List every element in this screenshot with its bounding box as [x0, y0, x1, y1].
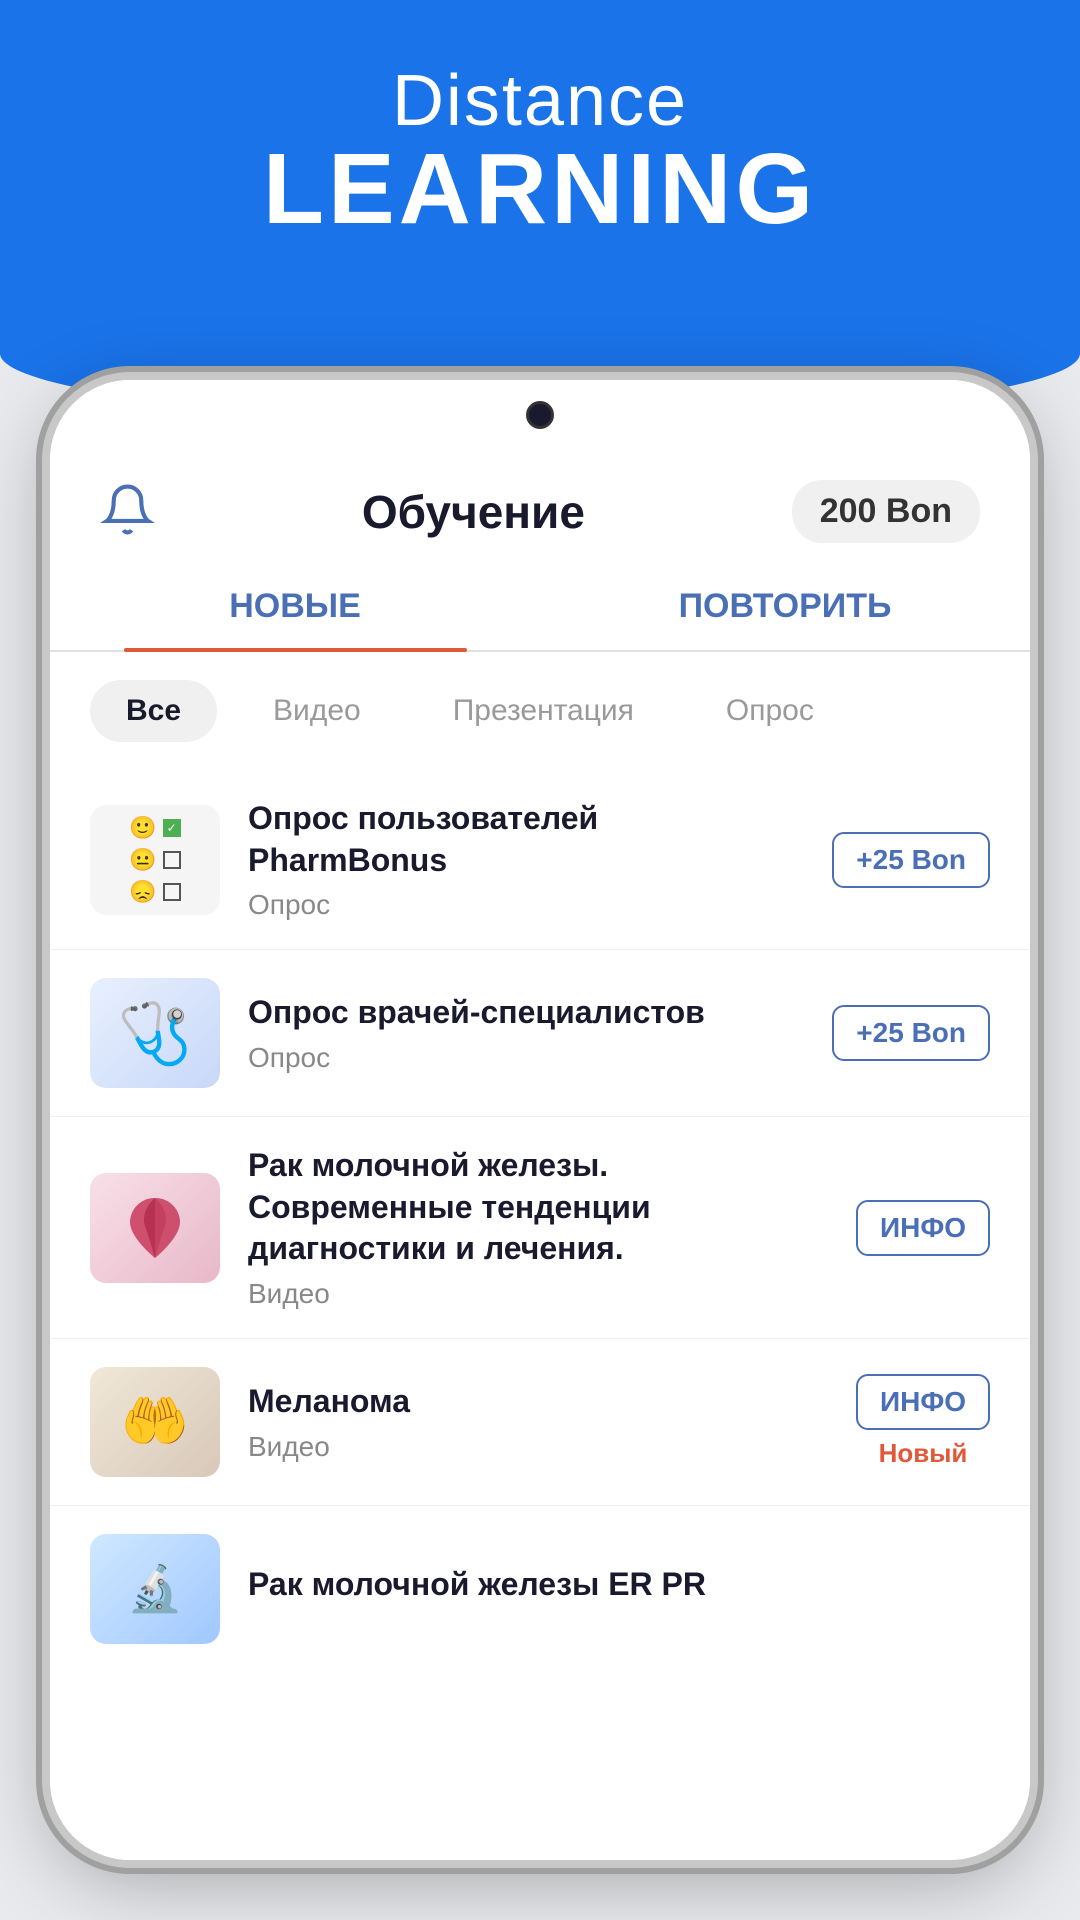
item-subtitle: Видео: [248, 1431, 828, 1463]
phone-frame: Обучение 200 Bon НОВЫЕ ПОВТОРИТЬ Все Вид…: [50, 380, 1030, 1860]
filter-presentation[interactable]: Презентация: [417, 680, 670, 742]
header-line2: LEARNING: [0, 132, 1080, 247]
camera-area: [50, 380, 1030, 450]
item-thumbnail-survey: 🙂 ✓ 😐 😞: [90, 805, 220, 915]
item-title: Меланома: [248, 1381, 828, 1423]
list-item[interactable]: 🤲 Меланома Видео ИНФО Новый: [50, 1339, 1030, 1506]
item-thumbnail-ribbon: [90, 1173, 220, 1283]
item-new-badge: Новый: [879, 1438, 968, 1469]
item-title: Опрос врачей-специалистов: [248, 992, 804, 1034]
item-title: Опрос пользователей PharmBonus: [248, 798, 804, 881]
app-content: Обучение 200 Bon НОВЫЕ ПОВТОРИТЬ Все Вид…: [50, 450, 1030, 1860]
item-text-block: Опрос врачей-специалистов Опрос: [248, 992, 804, 1074]
item-text-block: Опрос пользователей PharmBonus Опрос: [248, 798, 804, 921]
item-info-badge: ИНФО: [856, 1200, 990, 1256]
item-subtitle: Видео: [248, 1278, 828, 1310]
item-thumbnail-partial: 🔬: [90, 1534, 220, 1644]
tab-new[interactable]: НОВЫЕ: [50, 563, 540, 650]
top-bar: Обучение 200 Bon: [50, 450, 1030, 563]
item-info-badge: ИНФО: [856, 1374, 990, 1430]
item-text-block: Рак молочной железы ER PR: [248, 1564, 990, 1614]
filter-survey[interactable]: Опрос: [690, 680, 850, 742]
page-title: Обучение: [362, 485, 585, 539]
notification-bell-icon[interactable]: [100, 482, 155, 542]
item-bonus-badge: +25 Bon: [832, 832, 990, 888]
tabs-container: НОВЫЕ ПОВТОРИТЬ: [50, 563, 1030, 652]
item-thumbnail-doctor: 🩺: [90, 978, 220, 1088]
list-item[interactable]: 🔬 Рак молочной железы ER PR: [50, 1506, 1030, 1644]
list-item[interactable]: 🙂 ✓ 😐 😞 Опрос пользов: [50, 770, 1030, 950]
tab-repeat[interactable]: ПОВТОРИТЬ: [540, 563, 1030, 650]
filter-all[interactable]: Все: [90, 680, 217, 742]
item-bonus-badge: +25 Bon: [832, 1005, 990, 1061]
item-thumbnail-melanoma: 🤲: [90, 1367, 220, 1477]
item-title: Рак молочной железы ER PR: [248, 1564, 990, 1606]
list-item[interactable]: Рак молочной железы. Современные тенденц…: [50, 1117, 1030, 1339]
list-item[interactable]: 🩺 Опрос врачей-специалистов Опрос +25 Bo…: [50, 950, 1030, 1117]
item-title: Рак молочной железы. Современные тенденц…: [248, 1145, 828, 1270]
item-text-block: Рак молочной железы. Современные тенденц…: [248, 1145, 828, 1310]
filter-video[interactable]: Видео: [237, 680, 397, 742]
header-text-block: Distance LEARNING: [0, 60, 1080, 247]
item-subtitle: Опрос: [248, 889, 804, 921]
camera-dot: [526, 401, 554, 429]
item-subtitle: Опрос: [248, 1042, 804, 1074]
bonus-badge: 200 Bon: [792, 480, 980, 543]
filter-row: Все Видео Презентация Опрос: [50, 652, 1030, 770]
header-line1: Distance: [0, 60, 1080, 142]
item-text-block: Меланома Видео: [248, 1381, 828, 1463]
phone-screen: Обучение 200 Bon НОВЫЕ ПОВТОРИТЬ Все Вид…: [50, 380, 1030, 1860]
item-badge-group: ИНФО Новый: [856, 1374, 990, 1469]
